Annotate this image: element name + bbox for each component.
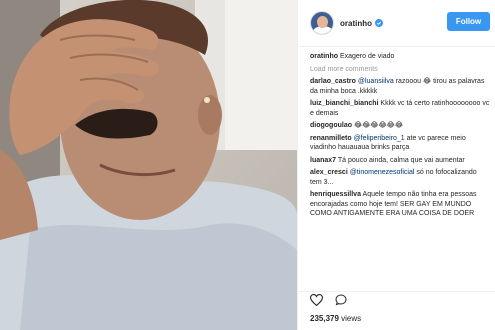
comment-username[interactable]: luiz_bianchi_bianchi <box>310 100 378 107</box>
like-heart-icon[interactable] <box>309 293 324 311</box>
comment-item: diogogoulao 😂😂😂😂😂😂 <box>310 121 490 131</box>
action-bar <box>298 291 495 311</box>
comment-username[interactable]: henriquessillva <box>310 191 361 198</box>
comment-item: renanmilleto @feliperibeiro_1 ate vc par… <box>310 134 490 153</box>
avatar[interactable] <box>310 11 334 35</box>
header-username[interactable]: oratinho <box>340 19 372 28</box>
comment-item: luanax7 Tá pouco ainda, calma que vai au… <box>310 156 490 166</box>
comment-username[interactable]: luanax7 <box>310 157 336 164</box>
comment-item: darlao_castro @luansiilva razooou 😂 tiro… <box>310 77 490 96</box>
man-covering-face-image <box>0 0 297 330</box>
caption: oratinho Exagero de viado <box>310 52 490 62</box>
comment-bubble-icon[interactable] <box>335 293 347 311</box>
comments-list: oratinho Exagero de viado Load more comm… <box>310 52 490 222</box>
views-number: 235,379 <box>310 314 339 323</box>
follow-button[interactable]: Follow <box>447 12 490 31</box>
views-label: views <box>341 314 362 323</box>
comment-item: luiz_bianchi_bianchi Kkkk vc tá certo ra… <box>310 99 490 118</box>
post-photo[interactable] <box>0 0 297 330</box>
load-more-comments-link[interactable]: Load more comments <box>310 65 490 75</box>
comment-text: Tá pouco ainda, calma que vai aumentar <box>337 156 465 164</box>
comment-item: henriquessillva Aquele tempo não tinha e… <box>310 190 490 219</box>
comment-username[interactable]: darlao_castro <box>310 78 356 85</box>
comment-mention-link[interactable]: @luansiilva <box>358 78 394 85</box>
comment-mention-link[interactable]: @feliperibeiro_1 <box>354 135 405 142</box>
post-header: oratinho Follow <box>298 0 495 47</box>
comment-username[interactable]: alex_cresci <box>310 169 348 176</box>
post-side-panel: oratinho Follow oratinho Exagero de viad… <box>297 0 495 330</box>
comment-username[interactable]: renanmilleto <box>310 135 352 142</box>
verified-badge-icon <box>375 19 383 27</box>
caption-text: Exagero de viado <box>339 53 395 60</box>
views-count: 235,379 views <box>310 314 361 323</box>
comment-item: alex_cresci @tinomenezesoficial só no fo… <box>310 168 490 187</box>
comment-username[interactable]: diogogoulao <box>310 122 352 129</box>
comment-text: 😂😂😂😂😂😂 <box>353 122 404 129</box>
comment-mention-link[interactable]: @tinomenezesoficial <box>350 169 415 176</box>
caption-username[interactable]: oratinho <box>310 53 338 60</box>
